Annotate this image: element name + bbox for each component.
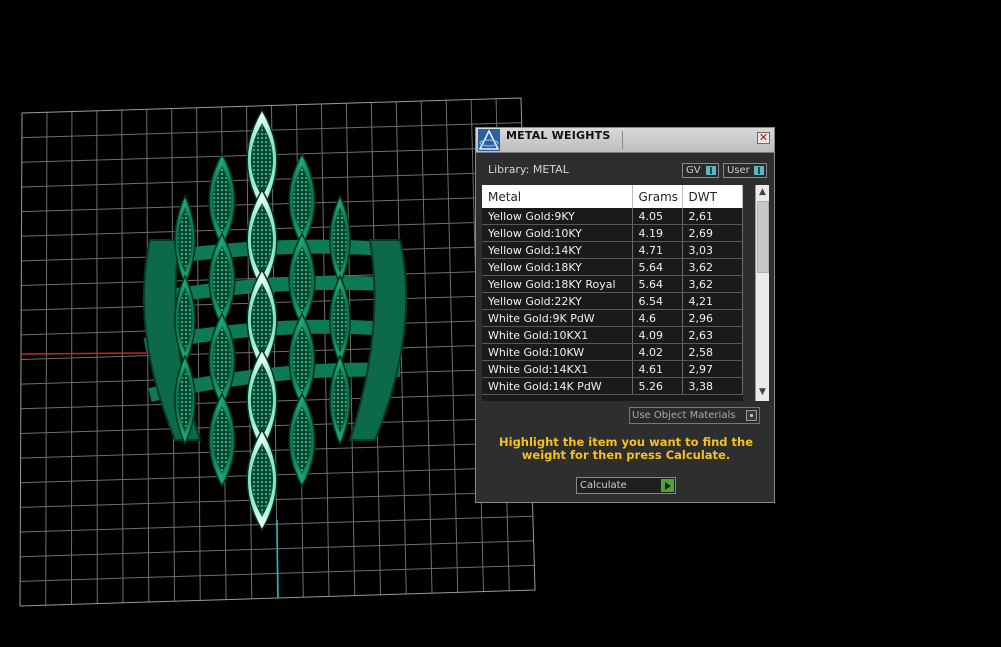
table-row[interactable]: Yellow Gold:14KY 4.71 3,03 bbox=[482, 241, 743, 259]
cell-grams: 4.05 bbox=[632, 208, 683, 225]
cell-dwt: 3,03 bbox=[682, 241, 743, 259]
table-row[interactable]: Yellow Gold:18KY 5.64 3,62 bbox=[482, 258, 743, 276]
cell-dwt: 3,38 bbox=[682, 377, 743, 395]
cell-grams: 4.09 bbox=[632, 326, 683, 344]
cell-grams: 6.54 bbox=[632, 292, 683, 310]
cell-blank bbox=[742, 224, 743, 242]
cell-metal: White Gold:9K PdW bbox=[482, 309, 633, 327]
chevron-up-icon[interactable]: ▲ bbox=[756, 186, 769, 199]
metal-weights-panel: METAL WEIGHTS ✕ Library: METAL GV User M… bbox=[475, 127, 775, 503]
use-object-materials-label: Use Object Materials bbox=[632, 410, 736, 421]
library-label: Library: METAL bbox=[488, 163, 569, 176]
cell-metal: White Gold:14KX1 bbox=[482, 360, 633, 378]
close-icon[interactable]: ✕ bbox=[757, 132, 770, 144]
title-separator bbox=[622, 131, 623, 149]
chevron-down-icon[interactable]: ▼ bbox=[756, 386, 769, 399]
cell-blank bbox=[742, 377, 743, 395]
cell-blank bbox=[742, 343, 743, 361]
table-row[interactable]: White Gold:14K PdW 5.26 3,38 bbox=[482, 377, 743, 395]
cell-dwt: 2,63 bbox=[682, 326, 743, 344]
cell-metal: White Gold:14K PdW bbox=[482, 377, 633, 395]
column-header-grams[interactable]: Grams bbox=[632, 185, 683, 208]
cell-grams: 4.02 bbox=[632, 343, 683, 361]
user-toggle[interactable]: User bbox=[723, 163, 767, 178]
toggle-switch-icon bbox=[706, 166, 716, 175]
metal-table: Metal Grams DWT Yellow Gold:9KY 4.05 2,61 Y… bbox=[482, 185, 743, 395]
radio-circle-icon bbox=[746, 410, 757, 421]
column-header-dwt[interactable]: DWT bbox=[682, 185, 743, 208]
cell-grams: 4.71 bbox=[632, 241, 683, 259]
gv-toggle-label: GV bbox=[686, 165, 701, 176]
instructions-text: Highlight the item you want to find the … bbox=[499, 435, 753, 462]
cell-grams: 5.64 bbox=[632, 258, 683, 276]
table-row[interactable]: Yellow Gold:22KY 6.54 4,21 bbox=[482, 292, 743, 310]
use-object-materials-checkbox[interactable]: Use Object Materials bbox=[629, 407, 760, 424]
cell-blank bbox=[742, 292, 743, 310]
cell-metal: Yellow Gold:10KY bbox=[482, 224, 633, 242]
metal-table-container: Metal Grams DWT Yellow Gold:9KY 4.05 2,61 Y… bbox=[482, 185, 743, 401]
calculate-label: Calculate bbox=[580, 480, 627, 491]
cell-blank bbox=[742, 258, 743, 276]
cell-dwt: 2,61 bbox=[682, 208, 743, 225]
cell-dwt: 2,58 bbox=[682, 343, 743, 361]
cell-metal: White Gold:10KW bbox=[482, 343, 633, 361]
panel-titlebar[interactable]: METAL WEIGHTS ✕ bbox=[476, 128, 774, 153]
cell-grams: 4.6 bbox=[632, 309, 683, 327]
x-axis-line bbox=[21, 352, 151, 355]
cell-metal: Yellow Gold:18KY bbox=[482, 258, 633, 276]
cell-dwt: 3,62 bbox=[682, 258, 743, 276]
cell-grams: 4.61 bbox=[632, 360, 683, 378]
cell-dwt: 3,62 bbox=[682, 275, 743, 293]
cell-grams: 4.19 bbox=[632, 224, 683, 242]
cell-metal: White Gold:10KX1 bbox=[482, 326, 633, 344]
cell-grams: 5.64 bbox=[632, 275, 683, 293]
table-row[interactable]: White Gold:10KX1 4.09 2,63 bbox=[482, 326, 743, 344]
calculate-button[interactable]: Calculate bbox=[576, 477, 676, 494]
table-row[interactable]: Yellow Gold:9KY 4.05 2,61 bbox=[482, 208, 743, 225]
cell-metal: Yellow Gold:18KY Royal bbox=[482, 275, 633, 293]
cell-blank bbox=[742, 309, 743, 327]
table-scrollbar[interactable]: ▲ ▼ bbox=[755, 185, 769, 401]
column-header-blank bbox=[742, 185, 743, 208]
cell-metal: Yellow Gold:9KY bbox=[482, 208, 633, 225]
cell-metal: Yellow Gold:14KY bbox=[482, 241, 633, 259]
cell-dwt: 2,69 bbox=[682, 224, 743, 242]
table-row[interactable]: Yellow Gold:18KY Royal 5.64 3,62 bbox=[482, 275, 743, 293]
cell-metal: Yellow Gold:22KY bbox=[482, 292, 633, 310]
cell-dwt: 2,96 bbox=[682, 309, 743, 327]
table-row[interactable]: White Gold:9K PdW 4.6 2,96 bbox=[482, 309, 743, 327]
cell-dwt: 2,97 bbox=[682, 360, 743, 378]
user-toggle-label: User bbox=[727, 165, 750, 176]
toggle-switch-icon bbox=[754, 166, 764, 175]
cell-dwt: 4,21 bbox=[682, 292, 743, 310]
gv-toggle[interactable]: GV bbox=[682, 163, 719, 178]
cell-grams: 5.26 bbox=[632, 377, 683, 395]
matrix-logo-icon bbox=[478, 129, 500, 151]
cell-blank bbox=[742, 275, 743, 293]
cell-blank bbox=[742, 360, 743, 378]
table-row[interactable]: Yellow Gold:10KY 4.19 2,69 bbox=[482, 224, 743, 242]
panel-title: METAL WEIGHTS bbox=[506, 129, 611, 142]
cell-blank bbox=[742, 326, 743, 344]
cell-blank bbox=[742, 208, 743, 225]
table-row[interactable]: White Gold:14KX1 4.61 2,97 bbox=[482, 360, 743, 378]
scrollbar-thumb[interactable] bbox=[757, 201, 769, 273]
table-header-row: Metal Grams DWT bbox=[482, 185, 743, 208]
cell-blank bbox=[742, 241, 743, 259]
column-header-metal[interactable]: Metal bbox=[482, 185, 633, 208]
z-axis-line bbox=[276, 519, 279, 599]
play-arrow-icon bbox=[661, 479, 674, 492]
table-row[interactable]: White Gold:10KW 4.02 2,58 bbox=[482, 343, 743, 361]
